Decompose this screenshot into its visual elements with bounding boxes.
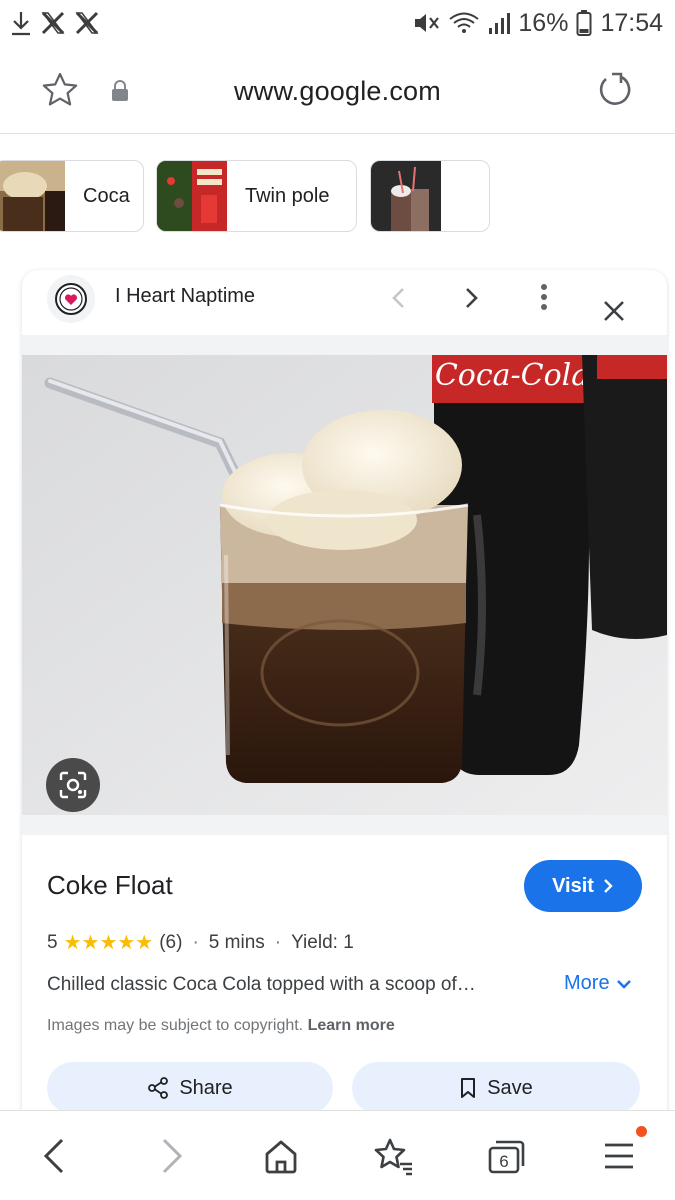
chevron-right-icon xyxy=(604,879,613,893)
result-description: Chilled classic Coca Cola topped with a … xyxy=(47,974,476,995)
bookmark-icon xyxy=(461,1078,476,1098)
tabs-icon[interactable]: 6 xyxy=(482,1133,528,1179)
chip-twin-pole[interactable]: Twin pole xyxy=(156,160,357,232)
panel-header: I Heart Naptime xyxy=(22,270,667,330)
back-icon[interactable] xyxy=(32,1133,78,1179)
notification-badge xyxy=(636,1126,647,1137)
close-icon[interactable] xyxy=(599,296,629,326)
clock: 17:54 xyxy=(600,8,663,37)
chip-coca[interactable]: Coca xyxy=(0,160,144,232)
save-button[interactable]: Save xyxy=(352,1062,640,1114)
image-area: Coca-Cola xyxy=(22,335,667,835)
wifi-icon xyxy=(448,10,480,36)
source-name[interactable]: I Heart Naptime xyxy=(115,285,255,308)
url-text[interactable]: www.google.com xyxy=(0,76,675,107)
download-icon xyxy=(10,10,32,36)
home-icon[interactable] xyxy=(258,1133,304,1179)
save-label: Save xyxy=(487,1076,533,1099)
chip-label: Twin pole xyxy=(245,184,330,207)
learn-more-link[interactable]: Learn more xyxy=(308,1017,395,1034)
previous-result-icon[interactable] xyxy=(385,284,413,312)
chip-thumbnail xyxy=(371,161,441,231)
share-button[interactable]: Share xyxy=(47,1062,333,1114)
status-bar: 16% 17:54 xyxy=(0,0,675,46)
x-app-icon xyxy=(40,10,66,36)
reload-icon[interactable] xyxy=(596,70,636,110)
chip-third[interactable] xyxy=(370,160,490,232)
more-button[interactable]: More xyxy=(564,972,632,995)
yield: Yield: 1 xyxy=(291,931,354,953)
status-left xyxy=(10,10,100,36)
recipe-meta: 5 ★★★★★ (6) · 5 mins · Yield: 1 xyxy=(47,930,354,955)
x-app-icon-2 xyxy=(74,10,100,36)
rating-stars: ★★★★★ xyxy=(63,932,154,954)
copyright-text: Images may be subject to copyright. xyxy=(47,1017,304,1034)
chip-label: Coca xyxy=(83,184,130,207)
battery-icon xyxy=(576,9,592,37)
cook-time: 5 mins xyxy=(208,931,265,953)
rating-value: 5 xyxy=(47,931,58,953)
share-icon xyxy=(148,1077,169,1099)
separator-dot: · xyxy=(192,931,199,953)
bookmarks-icon[interactable] xyxy=(370,1133,416,1179)
forward-icon[interactable] xyxy=(148,1133,194,1179)
result-title[interactable]: Coke Float xyxy=(47,870,173,901)
address-bar: www.google.com xyxy=(0,50,675,134)
chevron-down-icon xyxy=(616,979,631,989)
more-options-icon[interactable] xyxy=(530,282,558,314)
tab-count: 6 xyxy=(499,1152,508,1171)
source-logo[interactable] xyxy=(47,275,95,323)
image-result-panel: I Heart Naptime Coca-Cola Coke Float Vis… xyxy=(22,270,667,1130)
copyright-notice: Images may be subject to copyright. Lear… xyxy=(47,1017,395,1035)
more-label: More xyxy=(564,972,610,994)
related-search-chips: Coca Twin pole xyxy=(0,160,675,232)
visit-button[interactable]: Visit xyxy=(524,860,642,912)
bottle-label-text: Coca-Cola xyxy=(435,358,589,393)
review-count: (6) xyxy=(159,931,183,953)
coke-float-image[interactable]: Coca-Cola xyxy=(22,355,667,815)
next-result-icon[interactable] xyxy=(457,284,485,312)
mute-icon xyxy=(412,10,440,36)
menu-icon[interactable] xyxy=(596,1133,642,1179)
chip-thumbnail xyxy=(157,161,227,231)
status-right: 16% 17:54 xyxy=(412,9,663,38)
separator-dot: · xyxy=(274,931,282,953)
battery-percent: 16% xyxy=(518,8,569,37)
visit-label: Visit xyxy=(552,874,594,897)
share-label: Share xyxy=(179,1076,233,1099)
signal-icon xyxy=(488,10,511,36)
chip-thumbnail xyxy=(0,161,65,231)
lens-search-icon[interactable] xyxy=(46,758,100,812)
browser-bottom-nav: 6 xyxy=(0,1110,675,1200)
